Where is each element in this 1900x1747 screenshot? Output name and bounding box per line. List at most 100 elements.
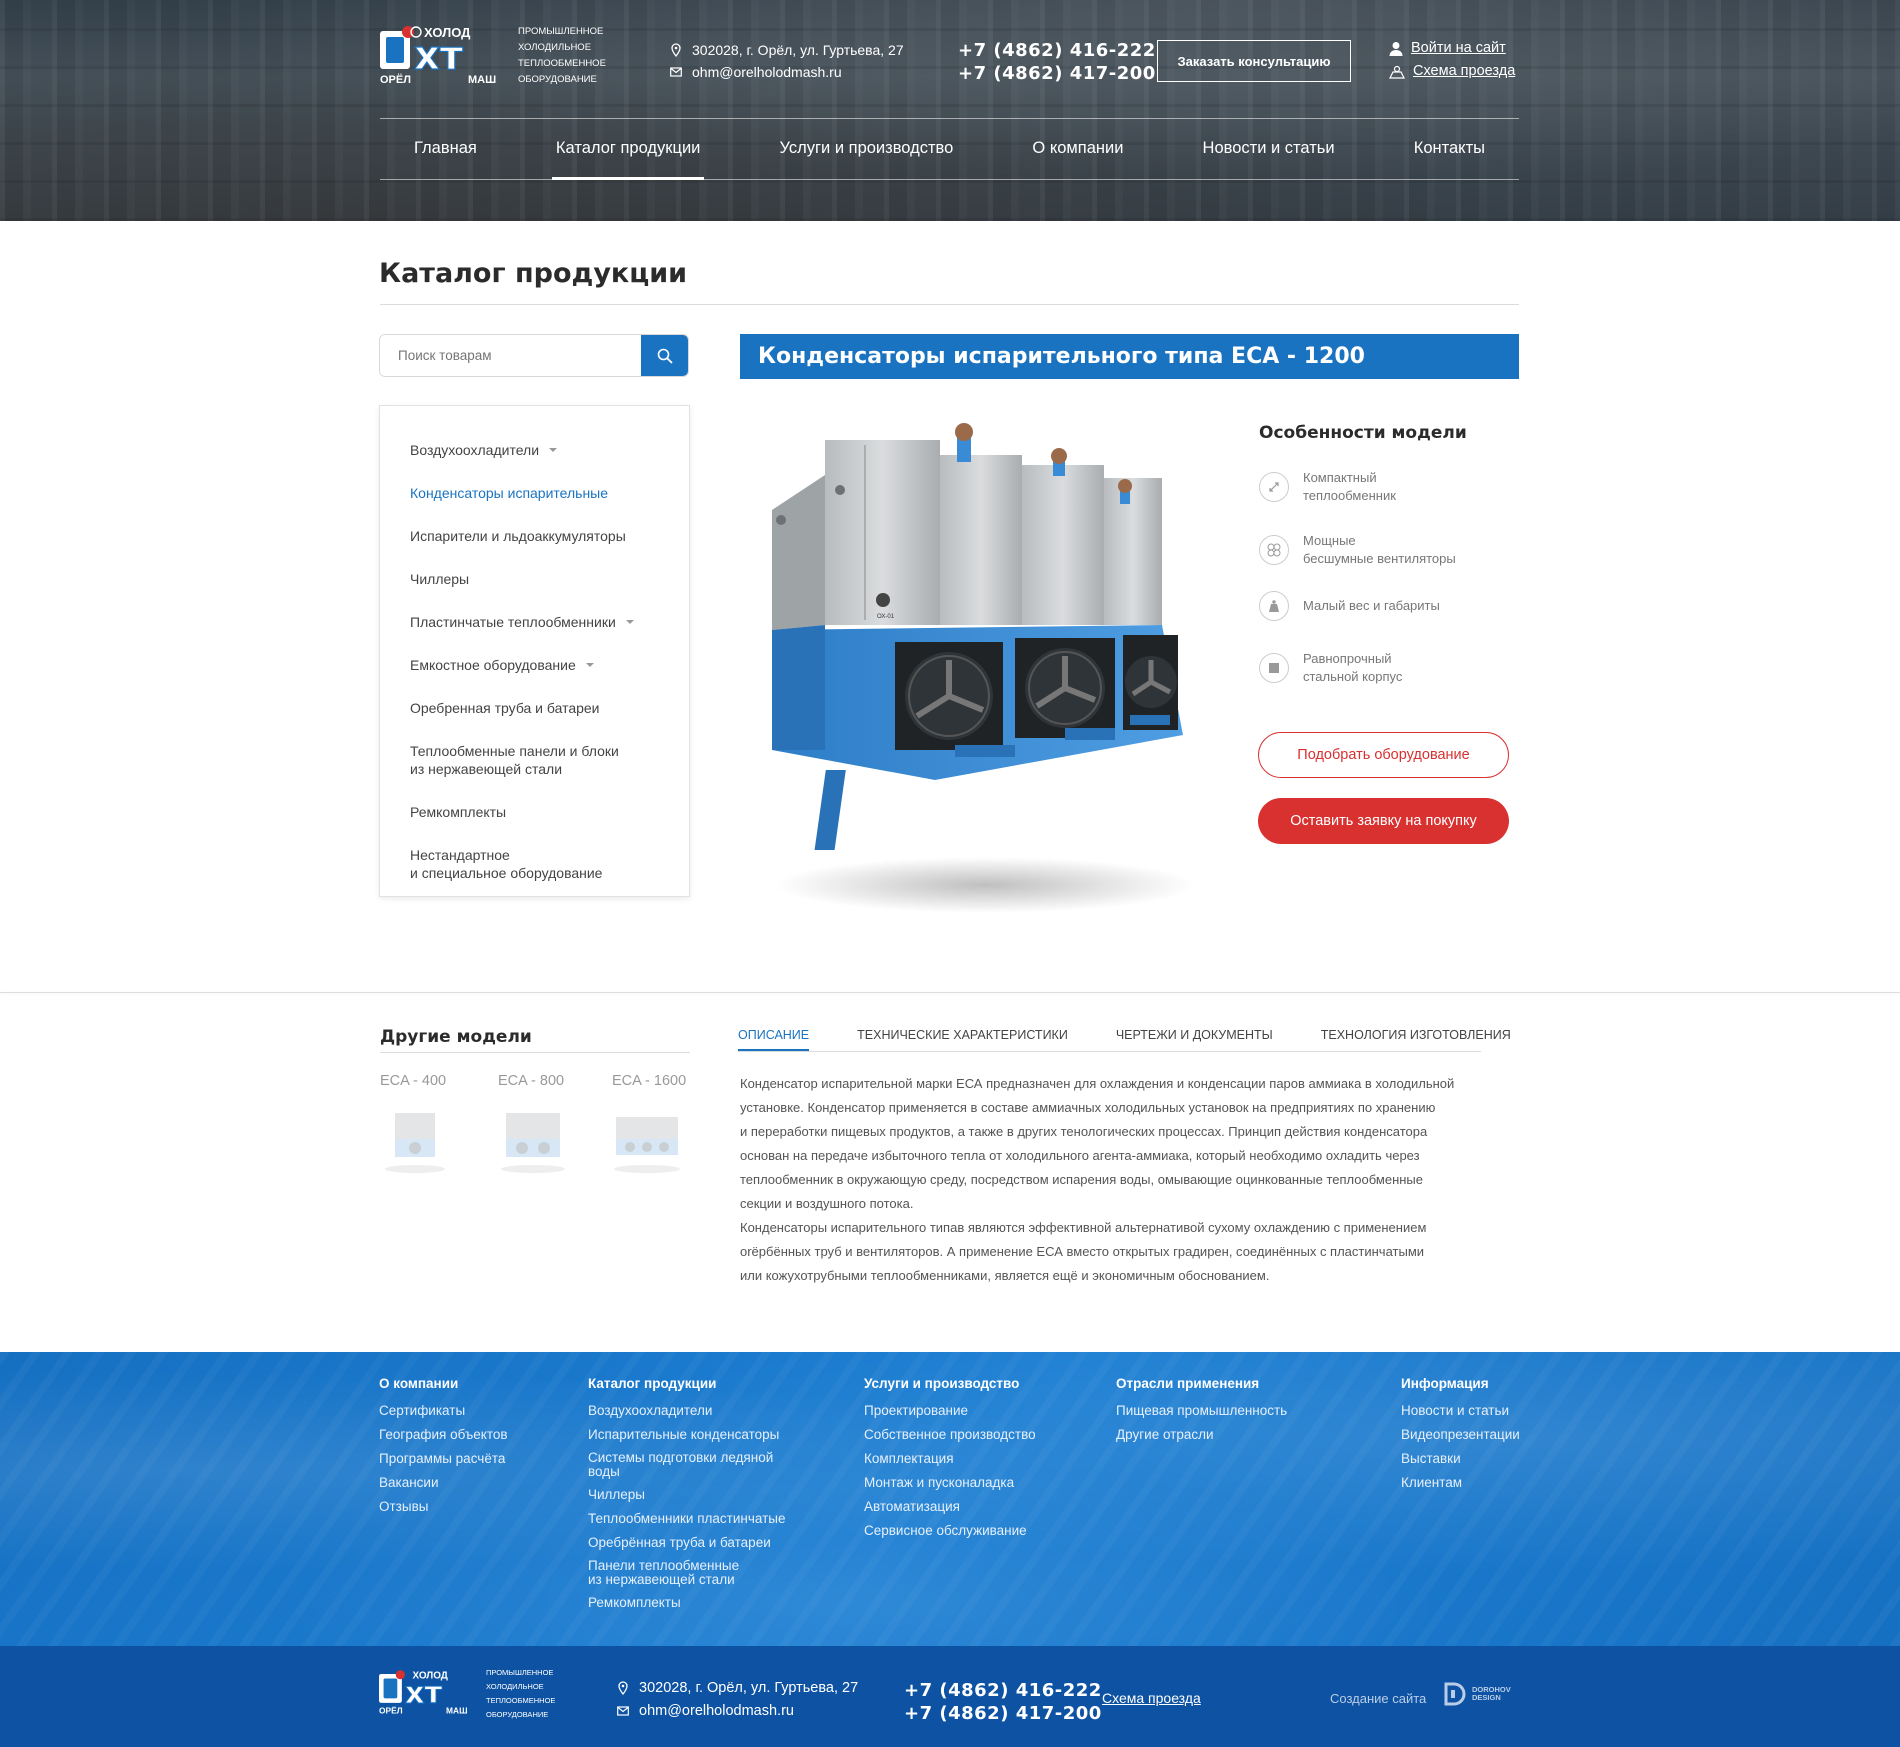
footer-link[interactable]: Программы расчёта: [379, 1451, 508, 1467]
footer-link[interactable]: Системы подготовки ледяной воды: [588, 1451, 786, 1479]
tab-description[interactable]: Описание: [738, 1028, 810, 1051]
footer-col-title[interactable]: Услуги и производство: [864, 1376, 1036, 1391]
nav-top-rule: [380, 118, 1519, 119]
footer-link[interactable]: Панели теплообменные из нержавеющей стал…: [588, 1559, 786, 1587]
model-name[interactable]: ECA - 400: [380, 1073, 460, 1089]
footer-col-info: Информация Новости и статьи Видеопрезент…: [1401, 1376, 1520, 1499]
map-link-text[interactable]: Схема проезда: [1413, 60, 1515, 83]
footer-logo[interactable]: хт ХОЛОД ОРЁЛ МАШ: [379, 1668, 475, 1718]
footer-link[interactable]: Автоматизация: [864, 1499, 1036, 1515]
studio-logo[interactable]: DOROHOV DESIGN: [1444, 1682, 1511, 1706]
footer-link[interactable]: Монтаж и пусконаладка: [864, 1475, 1036, 1491]
select-equipment-button[interactable]: Подобрать оборудование: [1258, 732, 1509, 778]
description-paragraph: Конденсаторы испарительного типав являют…: [740, 1220, 1427, 1283]
search-input[interactable]: [380, 335, 641, 376]
dorohov-logo-icon: [1444, 1682, 1466, 1706]
feature-body: Равнопрочный стальной корпус: [1259, 650, 1483, 686]
feature-text: Компактный теплообменник: [1303, 470, 1396, 503]
category-evaporators[interactable]: Испарители и льдоаккумуляторы: [380, 514, 689, 557]
chevron-down-icon[interactable]: [625, 619, 634, 624]
footer-col-title[interactable]: О компании: [379, 1376, 508, 1391]
tab-specs[interactable]: Технические характеристики: [857, 1028, 1068, 1051]
nav-contacts[interactable]: Контакты: [1414, 120, 1485, 180]
footer-col-title[interactable]: Отрасли применения: [1116, 1376, 1287, 1391]
footer-link[interactable]: Сертификаты: [379, 1403, 508, 1419]
footer-link[interactable]: Новости и статьи: [1401, 1403, 1520, 1419]
model-thumbnail[interactable]: [380, 1107, 450, 1177]
footer-link[interactable]: Проектирование: [864, 1403, 1036, 1419]
category-custom[interactable]: Нестандартное и специальное оборудование: [380, 833, 689, 894]
email-text[interactable]: ohm@orelholodmash.ru: [692, 64, 842, 80]
model-card[interactable]: ECA - 800: [498, 1073, 578, 1181]
header-email[interactable]: ohm@orelholodmash.ru: [670, 64, 842, 80]
map-link[interactable]: Схема проезда: [1389, 60, 1515, 83]
model-thumbnail[interactable]: [612, 1107, 682, 1177]
category-repair-kits[interactable]: Ремкомплекты: [380, 790, 689, 833]
category-label: Испарители и льдоаккумуляторы: [410, 527, 626, 544]
category-tanks[interactable]: Емкостное оборудование: [380, 643, 689, 686]
company-logo[interactable]: хт ХОЛОД ОРЁЛ МАШ: [380, 25, 506, 87]
footer-link[interactable]: Ремкомплекты: [588, 1595, 786, 1611]
phone-2[interactable]: +7 (4862) 417-200: [958, 62, 1156, 85]
model-card[interactable]: ECA - 1600: [612, 1073, 692, 1181]
footer-link[interactable]: География объектов: [379, 1427, 508, 1443]
address-text: 302028, г. Орёл, ул. Гуртьева, 27: [692, 42, 904, 58]
category-air-coolers[interactable]: Воздухоохладители: [380, 428, 689, 471]
header-phones[interactable]: +7 (4862) 416-222 +7 (4862) 417-200: [958, 39, 1156, 85]
model-thumbnail[interactable]: [498, 1107, 568, 1177]
footer-link[interactable]: Чиллеры: [588, 1487, 786, 1503]
footer-phone-1[interactable]: +7 (4862) 416-222: [904, 1679, 1102, 1702]
footer-phones[interactable]: +7 (4862) 416-222 +7 (4862) 417-200: [904, 1679, 1102, 1725]
nav-services[interactable]: Услуги и производство: [780, 120, 954, 180]
nav-about[interactable]: О компании: [1032, 120, 1123, 180]
footer-link[interactable]: Клиентам: [1401, 1475, 1520, 1491]
footer-link[interactable]: Сервисное обслуживание: [864, 1523, 1036, 1539]
footer-link[interactable]: Собственное производство: [864, 1427, 1036, 1443]
footer-link[interactable]: Видеопрезентации: [1401, 1427, 1520, 1443]
footer-link[interactable]: Вакансии: [379, 1475, 508, 1491]
footer-email-text[interactable]: ohm@orelholodmash.ru: [639, 1703, 794, 1719]
brand-badge-icon: [876, 593, 890, 607]
footer-col-company: О компании Сертификаты География объекто…: [379, 1376, 508, 1523]
category-evap-condensers[interactable]: Конденсаторы испарительные: [380, 471, 689, 514]
footer-link[interactable]: Выставки: [1401, 1451, 1520, 1467]
category-finned-tube[interactable]: Оребренная труба и батареи: [380, 686, 689, 729]
category-plate-exchangers[interactable]: Пластинчатые теплообменники: [380, 600, 689, 643]
nav-home[interactable]: Главная: [414, 120, 477, 180]
tab-technology[interactable]: Технология изготовления: [1321, 1028, 1511, 1051]
footer-link[interactable]: Отзывы: [379, 1499, 508, 1515]
footer-email[interactable]: ohm@orelholodmash.ru: [617, 1703, 794, 1719]
footer-col-title[interactable]: Информация: [1401, 1376, 1520, 1391]
nav-news[interactable]: Новости и статьи: [1203, 120, 1335, 180]
tab-drawings[interactable]: Чертежи и документы: [1116, 1028, 1273, 1051]
chevron-down-icon[interactable]: [549, 447, 558, 452]
footer-link[interactable]: Комплектация: [864, 1451, 1036, 1467]
chevron-down-icon[interactable]: [585, 662, 594, 667]
footer-col-title[interactable]: Каталог продукции: [588, 1376, 786, 1391]
description-paragraph: Конденсатор испарительной марки ЕСА пред…: [740, 1076, 1455, 1211]
site-credit-label: Создание сайта: [1330, 1691, 1427, 1706]
search-icon: [657, 348, 673, 364]
purchase-request-button[interactable]: Оставить заявку на покупку: [1258, 798, 1509, 844]
footer-link[interactable]: Оребрённая труба и батареи: [588, 1535, 786, 1551]
category-chillers[interactable]: Чиллеры: [380, 557, 689, 600]
footer-link[interactable]: Испарительные конденсаторы: [588, 1427, 786, 1443]
login-link[interactable]: Войти на сайт: [1389, 37, 1515, 60]
phone-1[interactable]: +7 (4862) 416-222: [958, 39, 1156, 62]
search-button[interactable]: [641, 335, 688, 376]
footer-map-link[interactable]: Схема проезда: [1102, 1690, 1201, 1706]
fan-icon: [1259, 535, 1289, 565]
model-name[interactable]: ECA - 800: [498, 1073, 578, 1089]
footer-link[interactable]: Другие отрасли: [1116, 1427, 1287, 1443]
nav-catalog[interactable]: Каталог продукции: [551, 120, 705, 180]
footer-phone-2[interactable]: +7 (4862) 417-200: [904, 1702, 1102, 1725]
category-panels[interactable]: Теплообменные панели и блоки из нержавею…: [380, 729, 689, 790]
footer-link[interactable]: Пищевая промышленность: [1116, 1403, 1287, 1419]
product-image[interactable]: ОХ-01: [745, 420, 1215, 920]
model-name[interactable]: ECA - 1600: [612, 1073, 692, 1089]
model-card[interactable]: ECA - 400: [380, 1073, 460, 1181]
consultation-button[interactable]: Заказать консультацию: [1157, 40, 1351, 82]
footer-link[interactable]: Воздухоохладители: [588, 1403, 786, 1419]
login-link-text[interactable]: Войти на сайт: [1411, 37, 1506, 60]
footer-link[interactable]: Теплообменники пластинчатые: [588, 1511, 786, 1527]
